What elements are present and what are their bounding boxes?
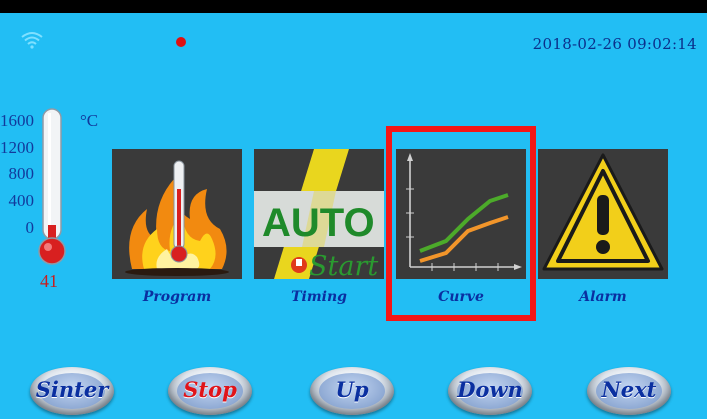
fire-thermometer-icon	[125, 160, 229, 276]
down-button[interactable]: Down	[448, 367, 532, 415]
start-text: Start	[309, 251, 378, 279]
alarm-tile[interactable]	[538, 149, 668, 279]
main-screen: 2018-02-26 09:02:14 1600 1200 800 400 0 …	[0, 13, 707, 419]
next-button[interactable]: Next	[587, 367, 671, 415]
program-tile[interactable]	[112, 149, 242, 279]
current-temperature: 41	[40, 271, 58, 291]
warning-triangle-icon	[542, 153, 664, 271]
next-button-label: Next	[601, 377, 657, 402]
temperature-unit: °C	[80, 111, 99, 130]
sinter-button-label: Sinter	[35, 377, 109, 402]
stop-button[interactable]: Stop	[168, 367, 252, 415]
curve-highlight-box	[386, 126, 536, 321]
down-button-label: Down	[457, 377, 523, 402]
sinter-button[interactable]: Sinter	[30, 367, 114, 415]
up-button[interactable]: Up	[310, 367, 394, 415]
timing-label: Timing	[291, 289, 347, 305]
auto-start-icon: AUTO Start	[254, 149, 384, 279]
datetime-display: 2018-02-26 09:02:14	[532, 35, 697, 53]
wifi-icon	[21, 32, 43, 49]
timing-tile[interactable]: AUTO Start	[254, 149, 384, 279]
stop-button-label: Stop	[183, 377, 237, 402]
thermometer-icon	[38, 108, 66, 265]
up-button-label: Up	[335, 377, 369, 402]
alarm-label: Alarm	[579, 289, 627, 305]
program-label: Program	[142, 289, 212, 305]
record-indicator	[176, 37, 186, 47]
auto-text: AUTO	[262, 201, 375, 245]
